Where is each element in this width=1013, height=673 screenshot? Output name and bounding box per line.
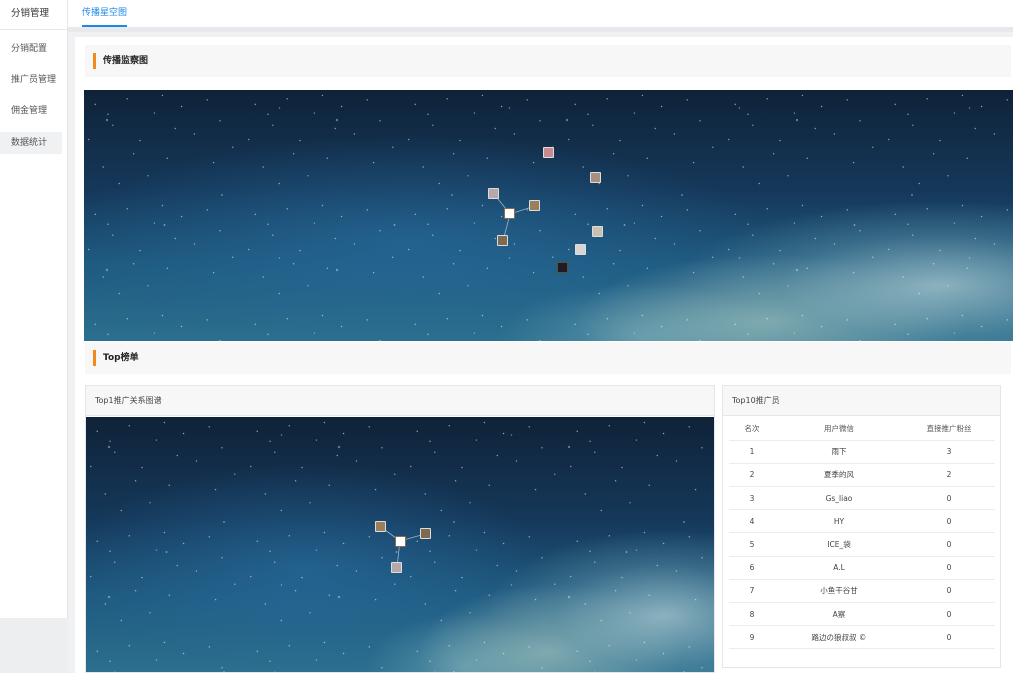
table-row[interactable]: 1 雨下 3 — [729, 440, 995, 464]
table-header-row: 名次 用户微信 直接推广粉丝 — [729, 417, 995, 441]
user-cell: ICE_袋 — [775, 532, 903, 557]
user-avatar-icon[interactable] — [420, 528, 431, 539]
table-row[interactable]: 8 A察 0 — [729, 602, 995, 627]
user-cell: HY — [775, 509, 903, 534]
fans-cell: 0 — [903, 532, 995, 557]
user-cell: 小鱼干谷甘 — [775, 579, 903, 604]
table-row[interactable]: 9 路边の狼叔叔 © 0 — [729, 625, 995, 650]
user-avatar-icon[interactable] — [557, 262, 568, 273]
user-avatar-icon[interactable] — [497, 235, 508, 246]
user-avatar-icon[interactable] — [504, 208, 515, 219]
sidebar-item-commission-management[interactable]: 佣金管理 — [0, 100, 62, 122]
table-row[interactable]: 5 ICE_袋 0 — [729, 532, 995, 557]
user-avatar-icon[interactable] — [395, 536, 406, 547]
main-panel: 传播监察图 Top榜单 Top1推广关系图谱 Top10推广员 名次 用户微信 … — [75, 37, 1013, 673]
fans-cell: 0 — [903, 486, 995, 511]
user-avatar-icon[interactable] — [590, 172, 601, 183]
top10-table: 名次 用户微信 直接推广粉丝 1 雨下 3 2 夏季的风 2 3 Gs_liao 0 4 HY… — [729, 417, 995, 650]
sidebar-footer — [0, 618, 68, 673]
top10-promoters-title: Top10推广员 — [723, 386, 1000, 416]
sidebar: 分销管理 分销配置 推广员管理 佣金管理 数据统计 — [0, 0, 68, 618]
sidebar-item-data-statistics[interactable]: 数据统计 — [0, 132, 62, 154]
user-cell: 夏季的风 — [775, 463, 903, 488]
top1-relation-card: Top1推广关系图谱 — [85, 385, 715, 673]
fans-cell: 0 — [903, 625, 995, 650]
column-header-rank: 名次 — [729, 417, 775, 441]
user-cell: 雨下 — [775, 440, 903, 464]
rank-cell: 5 — [729, 532, 775, 557]
sidebar-item-distribution-config[interactable]: 分销配置 — [0, 38, 62, 60]
fans-cell: 0 — [903, 556, 995, 580]
user-avatar-icon[interactable] — [575, 244, 586, 255]
tab-bar: 传播星空图 — [68, 0, 1013, 32]
rank-cell: 4 — [729, 509, 775, 534]
fans-cell: 3 — [903, 440, 995, 464]
fans-cell: 0 — [903, 579, 995, 604]
user-avatar-icon[interactable] — [592, 226, 603, 237]
user-cell: A.L — [775, 556, 903, 580]
fans-cell: 2 — [903, 463, 995, 488]
user-avatar-icon[interactable] — [375, 521, 386, 532]
user-avatar-icon[interactable] — [543, 147, 554, 158]
top10-promoters-card: Top10推广员 名次 用户微信 直接推广粉丝 1 雨下 3 2 夏季的风 2 3 Gs_… — [722, 385, 1001, 668]
top1-relation-graph[interactable] — [86, 417, 714, 672]
section-header-top: Top榜单 — [85, 342, 1011, 374]
user-avatar-icon[interactable] — [529, 200, 540, 211]
table-row[interactable]: 6 A.L 0 — [729, 556, 995, 580]
section-title-monitor: 传播监察图 — [103, 56, 149, 66]
rank-cell: 7 — [729, 579, 775, 604]
table-row[interactable]: 2 夏季的风 2 — [729, 463, 995, 488]
section-marker — [93, 53, 96, 69]
user-avatar-icon[interactable] — [391, 562, 402, 573]
section-header-monitor: 传播监察图 — [85, 45, 1011, 77]
sidebar-title: 分销管理 — [0, 0, 67, 30]
user-avatar-icon[interactable] — [488, 188, 499, 199]
sidebar-item-promoter-management[interactable]: 推广员管理 — [0, 69, 62, 91]
column-header-wechat-user: 用户微信 — [775, 417, 903, 441]
table-row[interactable]: 3 Gs_liao 0 — [729, 486, 995, 511]
starmap-edges — [493, 193, 536, 242]
fans-cell: 0 — [903, 602, 995, 627]
rank-cell: 9 — [729, 625, 775, 650]
rank-cell: 8 — [729, 602, 775, 627]
rank-cell: 3 — [729, 486, 775, 511]
column-header-direct-fans: 直接推广粉丝 — [903, 417, 995, 441]
rank-cell: 2 — [729, 463, 775, 488]
section-title-top: Top榜单 — [103, 353, 139, 363]
section-marker — [93, 350, 96, 366]
user-cell: Gs_liao — [775, 486, 903, 511]
table-row[interactable]: 4 HY 0 — [729, 509, 995, 534]
propagation-starmap[interactable] — [84, 90, 1013, 341]
table-row[interactable]: 7 小鱼干谷甘 0 — [729, 579, 995, 604]
user-cell: 路边の狼叔叔 © — [775, 625, 903, 650]
tab-propagation-starmap[interactable]: 传播星空图 — [82, 0, 128, 27]
rank-cell: 1 — [729, 440, 775, 464]
fans-cell: 0 — [903, 509, 995, 534]
user-cell: A察 — [775, 602, 903, 627]
top1-relation-title: Top1推广关系图谱 — [86, 386, 714, 416]
rank-cell: 6 — [729, 556, 775, 580]
